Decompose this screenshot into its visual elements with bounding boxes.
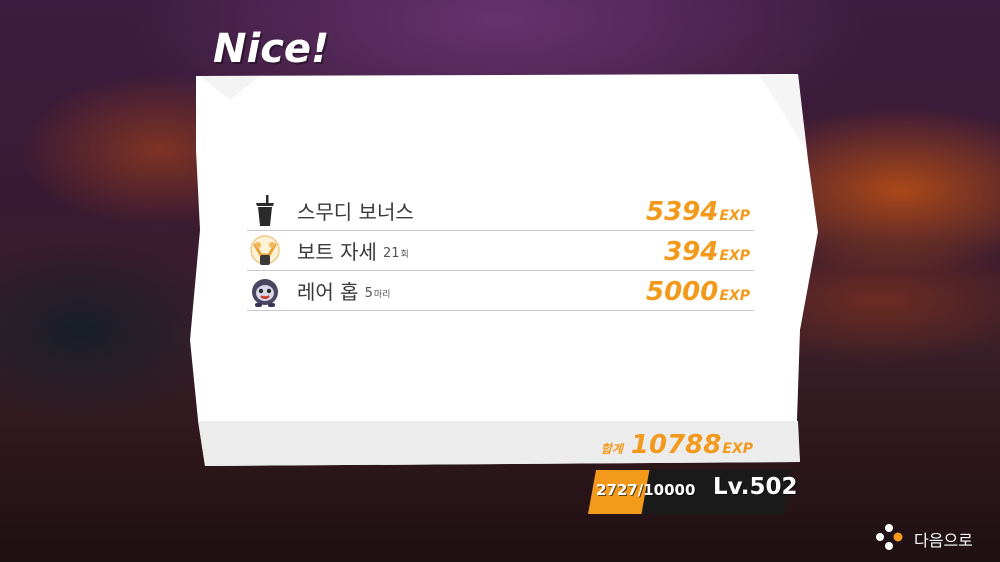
reward-row-smoothie-bonus: 스무디 보너스 5394EXP [247,191,754,231]
reward-row-boat-pose: 보트 자세 21회 394EXP [247,231,754,271]
reward-list: 스무디 보너스 5394EXP 보트 자세 21회 394EXP 레어 홉 5마… [247,191,754,311]
next-button[interactable]: 다음으로 [874,522,973,556]
total-exp: 합계 10788 EXP [601,430,753,460]
reward-exp-value: 5394EXP [646,197,750,227]
rare-hop-icon [247,273,283,309]
level-progress-text: 2727/10000 [596,481,696,499]
next-button-label: 다음으로 [914,531,973,550]
total-exp-unit: EXP [722,441,753,457]
reward-label: 레어 홉 [297,280,359,304]
reward-count: 5마리 [364,285,391,301]
reward-label: 스무디 보너스 [297,200,414,224]
boat-pose-icon [247,233,283,269]
smoothie-cup-icon [247,193,283,229]
total-value: 10788 [630,430,722,460]
reward-row-rare-hop: 레어 홉 5마리 5000EXP [247,271,754,311]
controller-buttons-icon [874,522,904,556]
reward-count: 21회 [382,245,409,261]
total-label: 합계 [600,442,623,456]
reward-exp-value: 5000EXP [646,277,750,307]
level-label: Lv.502 [713,474,798,500]
reward-exp-value: 394EXP [664,237,750,267]
reward-label: 보트 자세 [297,240,377,264]
